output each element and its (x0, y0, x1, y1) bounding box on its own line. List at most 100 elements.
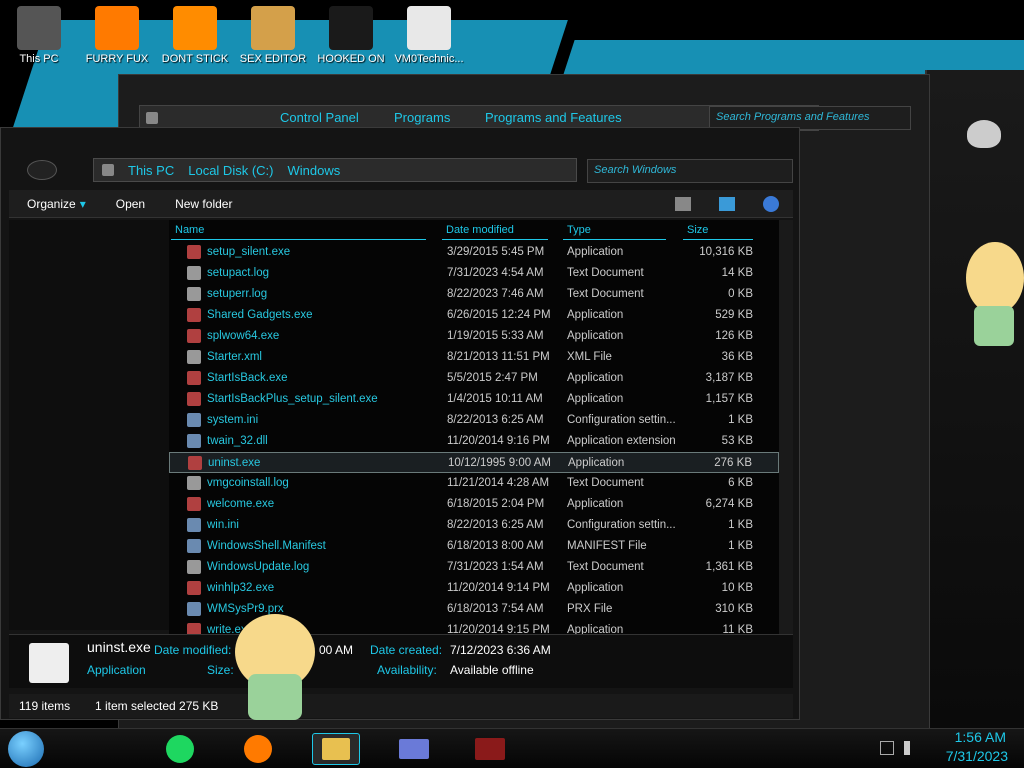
file-icon (187, 308, 201, 322)
help-icon[interactable] (763, 195, 779, 212)
file-icon (187, 434, 201, 448)
search-input[interactable]: Search Windows (587, 159, 793, 183)
column-size[interactable]: Size (683, 224, 753, 240)
breadcrumb-programs[interactable]: Programs (394, 110, 450, 125)
file-name: StartIsBackPlus_setup_silent.exe (207, 393, 378, 405)
table-row[interactable]: welcome.exe 6/18/2015 2:04 PM Application 6… (169, 494, 779, 515)
taskbar-game[interactable] (466, 733, 514, 765)
details-kind: Application (87, 663, 146, 677)
file-date: 6/18/2015 2:04 PM (447, 498, 545, 510)
details-date-modified-label: Date modified: (154, 643, 232, 657)
desktop-icon[interactable]: DONT STICK (160, 4, 230, 74)
table-row[interactable]: splwow64.exe 1/19/2015 5:33 AM Application… (169, 326, 779, 347)
breadcrumb-windows[interactable]: Windows (287, 163, 340, 178)
file-name: win.ini (207, 519, 239, 531)
desktop-icon[interactable]: SEX EDITOR (238, 4, 308, 74)
file-date: 1/19/2015 5:33 AM (447, 330, 544, 342)
file-type: Application (567, 309, 624, 321)
wallpaper-hud-panel (925, 70, 1024, 730)
file-name: WindowsUpdate.log (207, 561, 310, 573)
scrollbar[interactable] (779, 220, 793, 634)
column-type[interactable]: Type (563, 224, 666, 240)
breadcrumb-local-disk[interactable]: Local Disk (C:) (188, 163, 273, 178)
table-row[interactable]: win.ini 8/22/2013 6:25 AM Configuration se… (169, 515, 779, 536)
breadcrumb-programs-features[interactable]: Programs and Features (485, 110, 622, 125)
status-bar: 119 items 1 item selected 275 KB (9, 694, 793, 718)
file-type: Application (567, 393, 624, 405)
file-name: WindowsShell.Manifest (207, 540, 326, 552)
new-folder-button[interactable]: New folder (175, 197, 232, 211)
desktop-icon[interactable]: VM0Technic... (394, 4, 464, 74)
firefox-icon (95, 6, 139, 50)
file-name: system.ini (207, 414, 259, 426)
file-type: Configuration settin... (567, 519, 676, 531)
desktop-icon-label: This PC (19, 53, 59, 65)
start-button[interactable] (8, 731, 44, 767)
table-row[interactable]: StartIsBackPlus_setup_silent.exe 1/4/2015… (169, 389, 779, 410)
table-row[interactable]: StartIsBack.exe 5/5/2015 2:47 PM Applicati… (169, 368, 779, 389)
game-icon (329, 6, 373, 50)
details-date-modified-value: 00 AM (319, 643, 354, 657)
table-row[interactable]: winhlp32.exe 11/20/2014 9:14 PM Applicatio… (169, 578, 779, 599)
desktop-icon-label: VM0Technic... (394, 53, 464, 65)
file-type: Application (567, 246, 624, 258)
taskbar-firefox[interactable] (234, 733, 282, 765)
file-name: vmgcoinstall.log (207, 477, 289, 489)
table-row[interactable]: setup_silent.exe 3/29/2015 5:45 PM Applica… (169, 242, 779, 263)
file-type: MANIFEST File (567, 540, 647, 552)
control-panel-icon (399, 739, 429, 759)
cartoon-character (230, 604, 320, 724)
hxd-icon (251, 6, 295, 50)
file-date: 5/5/2015 2:47 PM (447, 372, 538, 384)
desktop-icon[interactable]: HOOKED ON (316, 4, 386, 74)
details-availability-value: Available offline (450, 663, 534, 677)
clock-date[interactable]: 7/31/2023 (930, 748, 1008, 764)
explorer-window[interactable]: This PC Local Disk (C:) Windows Search W… (0, 127, 800, 720)
clock-time[interactable]: 1:56 AM (942, 729, 1006, 745)
address-bar[interactable]: This PC Local Disk (C:) Windows (93, 158, 577, 182)
table-row[interactable]: twain_32.dll 11/20/2014 9:16 PM Applicatio… (169, 431, 779, 452)
column-name[interactable]: Name (171, 224, 426, 240)
file-type: Application (567, 372, 624, 384)
taskbar-spotify[interactable] (156, 733, 204, 765)
table-row[interactable]: Starter.xml 8/21/2013 11:51 PM XML File 36 … (169, 347, 779, 368)
table-row[interactable]: Shared Gadgets.exe 6/26/2015 12:24 PM Appl… (169, 305, 779, 326)
file-date: 8/22/2013 6:25 AM (447, 519, 544, 531)
details-date-created-value: 7/12/2023 6:36 AM (450, 643, 551, 657)
desktop-icon[interactable]: This PC (4, 4, 74, 74)
table-row[interactable]: WindowsUpdate.log 7/31/2023 1:54 AM Text D… (169, 557, 779, 578)
file-size: 0 KB (728, 288, 753, 300)
navigation-pane[interactable] (9, 220, 169, 630)
view-icon[interactable] (675, 196, 691, 211)
file-icon (187, 392, 201, 406)
file-date: 11/20/2014 9:16 PM (447, 435, 550, 447)
organize-button[interactable]: Organize (27, 197, 76, 211)
file-type: Application (567, 624, 624, 634)
breadcrumb-control-panel[interactable]: Control Panel (280, 110, 359, 125)
desktop-icon[interactable]: FURRY FUX (82, 4, 152, 74)
breadcrumb-this-pc[interactable]: This PC (128, 163, 174, 178)
back-button[interactable] (27, 160, 57, 180)
column-date[interactable]: Date modified (442, 224, 548, 240)
network-icon[interactable] (880, 741, 894, 755)
table-row[interactable]: vmgcoinstall.log 11/21/2014 4:28 AM Text D… (169, 473, 779, 494)
table-row[interactable]: setuperr.log 8/22/2023 7:46 AM Text Docume… (169, 284, 779, 305)
file-type: Text Document (567, 267, 644, 279)
table-row[interactable]: uninst.exe 10/12/1995 9:00 AM Application 2… (169, 452, 779, 473)
file-size: 1 KB (728, 540, 753, 552)
taskbar-explorer[interactable] (312, 733, 360, 765)
preview-pane-icon[interactable] (719, 196, 735, 211)
file-icon (187, 266, 201, 280)
alienware-logo-icon (967, 120, 1001, 148)
volume-icon[interactable] (904, 741, 918, 755)
file-list[interactable]: Name Date modified Type Size setup_silen… (169, 220, 779, 634)
desktop-icon-label: FURRY FUX (85, 53, 149, 65)
file-icon (187, 476, 201, 490)
table-row[interactable]: system.ini 8/22/2013 6:25 AM Configuration… (169, 410, 779, 431)
table-row[interactable]: WindowsShell.Manifest 6/18/2013 8:00 AM MA… (169, 536, 779, 557)
taskbar-control-panel[interactable] (390, 733, 438, 765)
details-date-created-label: Date created: (370, 643, 443, 657)
open-button[interactable]: Open (116, 197, 145, 211)
table-row[interactable]: setupact.log 7/31/2023 4:54 AM Text Docume… (169, 263, 779, 284)
file-icon (188, 456, 202, 470)
